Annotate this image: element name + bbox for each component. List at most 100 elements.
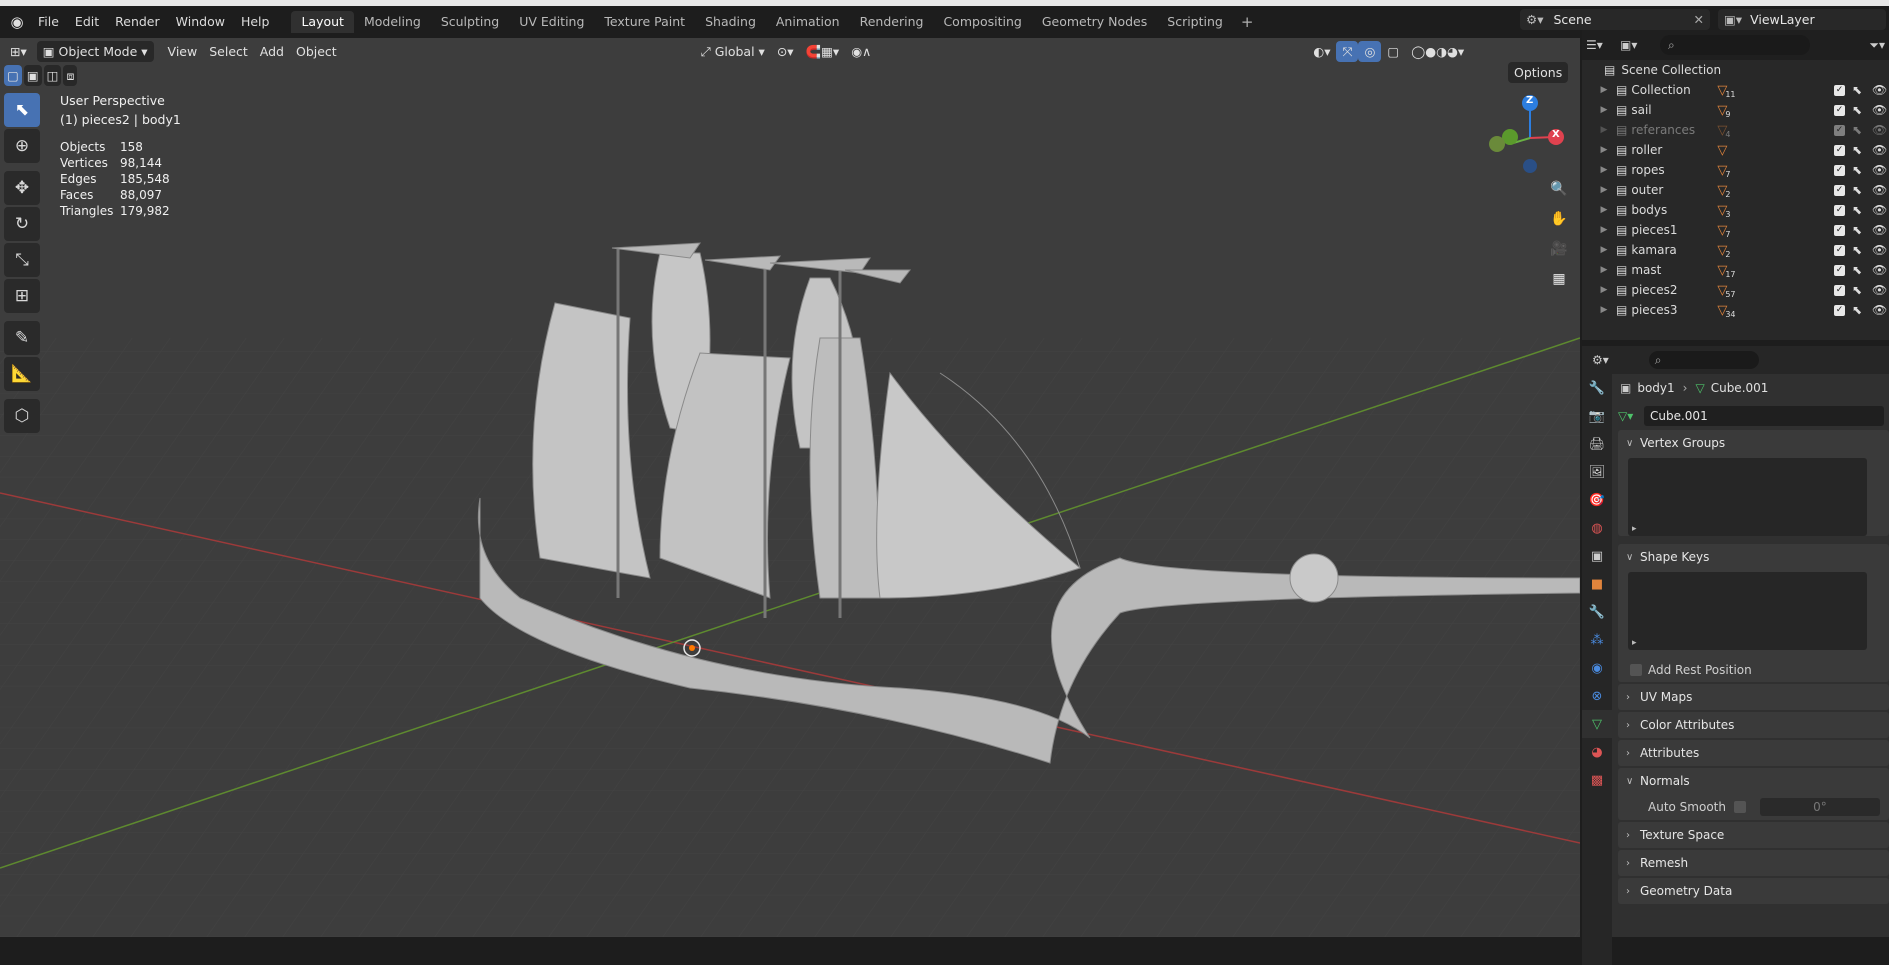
outliner-row[interactable]: ▶ ▤ sail ▽ 9 ✓ ⬉ 👁 xyxy=(1582,100,1889,120)
menu-add[interactable]: Add xyxy=(254,41,290,62)
snap-icon[interactable]: 🧲▦▾ xyxy=(800,41,846,62)
menu-window[interactable]: Window xyxy=(168,11,233,33)
view-layer-selector[interactable]: ▣▾ ViewLayer xyxy=(1718,9,1886,30)
exclude-checkbox[interactable]: ✓ xyxy=(1834,284,1845,296)
outliner-row[interactable]: ▶ ▤ kamara ▽ 2 ✓ ⬉ 👁 xyxy=(1582,240,1889,260)
normals-header[interactable]: ∨ Normals xyxy=(1618,768,1889,794)
ortho-toggle-icon[interactable]: ▦ xyxy=(1546,266,1572,292)
xray-icon[interactable]: ▢ xyxy=(1381,41,1405,62)
visibility-eye-icon[interactable]: 👁 xyxy=(1872,203,1887,217)
list-expand-icon[interactable]: ▸ xyxy=(1632,524,1637,534)
proportional-edit-icon[interactable]: ◉∧ xyxy=(845,41,877,62)
pan-hand-icon[interactable]: ✋ xyxy=(1546,206,1572,232)
expand-arrow-icon[interactable]: ▶ xyxy=(1596,205,1612,215)
expand-arrow-icon[interactable]: ▶ xyxy=(1596,265,1612,275)
editor-type-icon[interactable]: ⊞▾ xyxy=(4,41,33,62)
expand-arrow-icon[interactable]: ▶ xyxy=(1596,165,1612,175)
exclude-checkbox[interactable]: ✓ xyxy=(1834,104,1845,116)
expand-arrow-icon[interactable]: ▶ xyxy=(1596,305,1612,315)
menu-file[interactable]: File xyxy=(30,11,67,33)
exclude-checkbox[interactable]: ✓ xyxy=(1834,224,1845,236)
tab-uv-editing[interactable]: UV Editing xyxy=(509,11,594,33)
physics-tab-icon[interactable]: ◉ xyxy=(1582,654,1612,682)
gizmo-toggle-icon[interactable]: ⤧ xyxy=(1336,41,1359,62)
visibility-eye-icon[interactable]: 👁 xyxy=(1872,243,1887,257)
options-button[interactable]: Options xyxy=(1508,62,1569,83)
tab-geometry-nodes[interactable]: Geometry Nodes xyxy=(1032,11,1157,33)
select-box-tool-icon[interactable]: ⬉ xyxy=(4,93,40,127)
selectable-arrow-icon[interactable]: ⬉ xyxy=(1852,303,1862,317)
exclude-checkbox[interactable]: ✓ xyxy=(1834,164,1845,176)
measure-tool-icon[interactable]: 📐 xyxy=(4,357,40,391)
auto-smooth-checkbox[interactable] xyxy=(1734,801,1746,813)
rotate-tool-icon[interactable]: ↻ xyxy=(4,207,40,241)
tool-tab-icon[interactable]: 🔧 xyxy=(1582,374,1612,402)
add-rest-position-checkbox[interactable] xyxy=(1630,664,1642,676)
outliner-row[interactable]: ▶ ▤ ropes ▽ 7 ✓ ⬉ 👁 xyxy=(1582,160,1889,180)
mesh-browse-icon[interactable]: ▽▾ xyxy=(1618,409,1644,423)
selectable-arrow-icon[interactable]: ⬉ xyxy=(1852,283,1862,297)
exclude-checkbox[interactable]: ✓ xyxy=(1834,184,1845,196)
selectable-arrow-icon[interactable]: ⬉ xyxy=(1852,263,1862,277)
visibility-icon[interactable]: ◐▾ xyxy=(1307,41,1336,62)
outliner-row[interactable]: ▶ ▤ outer ▽ 2 ✓ ⬉ 👁 xyxy=(1582,180,1889,200)
expand-arrow-icon[interactable]: ▶ xyxy=(1596,105,1612,115)
expand-arrow-icon[interactable]: ▶ xyxy=(1596,85,1612,95)
visibility-eye-icon[interactable]: 👁 xyxy=(1872,223,1887,237)
zoom-icon[interactable]: 🔍 xyxy=(1546,176,1572,202)
shading-modes[interactable]: ◯●◑◕▾ xyxy=(1405,41,1470,62)
tab-animation[interactable]: Animation xyxy=(766,11,850,33)
visibility-eye-icon[interactable]: 👁 xyxy=(1872,283,1887,297)
annotate-tool-icon[interactable]: ✎ xyxy=(4,321,40,355)
mode-dropdown[interactable]: ▣ Object Mode ▾ xyxy=(36,41,154,62)
uv-maps-header[interactable]: › UV Maps xyxy=(1618,684,1889,710)
output-tab-icon[interactable]: 🖨 xyxy=(1582,430,1612,458)
cursor-tool-icon[interactable]: ⊕ xyxy=(4,129,40,163)
expand-arrow-icon[interactable]: ▶ xyxy=(1596,245,1612,255)
geometry-data-header[interactable]: › Geometry Data xyxy=(1618,878,1889,904)
exclude-checkbox[interactable]: ✓ xyxy=(1834,124,1845,136)
material-tab-icon[interactable]: ◕ xyxy=(1582,738,1612,766)
filter-icon[interactable]: ⏷▾ xyxy=(1869,38,1885,53)
menu-view[interactable]: View xyxy=(162,41,204,62)
auto-smooth-angle-field[interactable]: 0° xyxy=(1760,798,1880,816)
visibility-eye-icon[interactable]: 👁 xyxy=(1872,143,1887,157)
collection-tab-icon[interactable]: ▣ xyxy=(1582,542,1612,570)
outliner-search[interactable]: ⌕ xyxy=(1660,35,1810,55)
render-tab-icon[interactable]: 📷 xyxy=(1582,402,1612,430)
select-extend-icon[interactable]: ▣ xyxy=(23,65,42,86)
outliner-row[interactable]: ▶ ▤ pieces2 ▽ 57 ✓ ⬉ 👁 xyxy=(1582,280,1889,300)
orientation-dropdown[interactable]: ⤢ Global ▾ xyxy=(695,41,771,62)
exclude-checkbox[interactable]: ✓ xyxy=(1834,84,1845,96)
tab-layout[interactable]: Layout xyxy=(291,11,354,33)
menu-render[interactable]: Render xyxy=(107,11,168,33)
shape-keys-list[interactable]: ▸ xyxy=(1628,572,1867,650)
particles-tab-icon[interactable]: ⁂ xyxy=(1582,626,1612,654)
object-tab-icon[interactable]: ■ xyxy=(1582,570,1612,598)
remesh-header[interactable]: › Remesh xyxy=(1618,850,1889,876)
tab-texture-paint[interactable]: Texture Paint xyxy=(594,11,695,33)
menu-object[interactable]: Object xyxy=(290,41,343,62)
select-subtract-icon[interactable]: ◫ xyxy=(43,65,62,86)
selectable-arrow-icon[interactable]: ⬉ xyxy=(1852,83,1862,97)
visibility-eye-icon[interactable]: 👁 xyxy=(1872,183,1887,197)
3d-viewport[interactable]: Z X ⊞▾ ▣ Object Mode ▾ View Select Add O… xyxy=(0,38,1580,937)
visibility-eye-icon[interactable]: 👁 xyxy=(1872,303,1887,317)
add-cube-tool-icon[interactable]: ⬡ xyxy=(4,399,40,433)
exclude-checkbox[interactable]: ✓ xyxy=(1834,304,1845,316)
exclude-checkbox[interactable]: ✓ xyxy=(1834,264,1845,276)
tab-compositing[interactable]: Compositing xyxy=(933,11,1031,33)
scene-tab-icon[interactable]: 🎯 xyxy=(1582,486,1612,514)
menu-select[interactable]: Select xyxy=(203,41,254,62)
selectable-arrow-icon[interactable]: ⬉ xyxy=(1852,223,1862,237)
visibility-eye-icon[interactable]: 👁 xyxy=(1872,83,1887,97)
outliner-row[interactable]: ▶ ▤ Collection ▽ 11 ✓ ⬉ 👁 xyxy=(1582,80,1889,100)
texture-tab-icon[interactable]: ▩ xyxy=(1582,766,1612,794)
exclude-checkbox[interactable]: ✓ xyxy=(1834,244,1845,256)
constraints-tab-icon[interactable]: ⊗ xyxy=(1582,682,1612,710)
texture-space-header[interactable]: › Texture Space xyxy=(1618,822,1889,848)
attributes-header[interactable]: › Attributes xyxy=(1618,740,1889,766)
visibility-eye-icon[interactable]: 👁 xyxy=(1872,263,1887,277)
selectable-arrow-icon[interactable]: ⬉ xyxy=(1852,243,1862,257)
selectable-arrow-icon[interactable]: ⬉ xyxy=(1852,183,1862,197)
